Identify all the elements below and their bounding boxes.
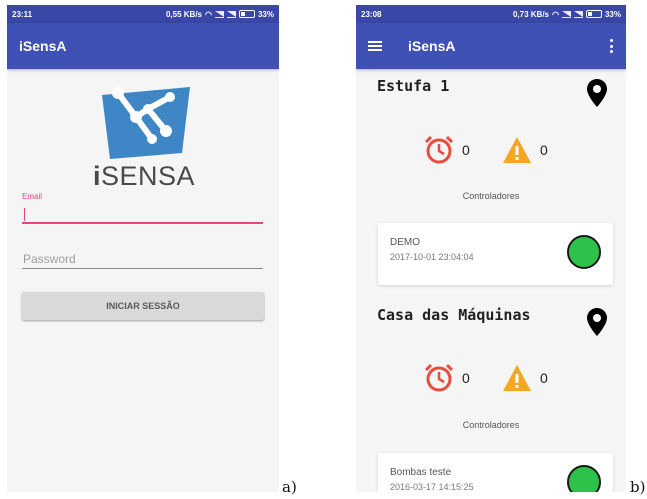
signal-icon — [226, 10, 236, 18]
password-field[interactable] — [22, 249, 263, 269]
alarm-counter: 0 — [424, 363, 470, 393]
status-time: 23:11 — [12, 9, 33, 19]
controller-card[interactable]: Bombas teste 2016-03-17 14:15:25 — [378, 453, 613, 492]
status-time: 23:08 — [361, 9, 382, 19]
controller-status-indicator — [567, 465, 601, 492]
warning-icon — [503, 137, 531, 163]
warning-icon — [503, 365, 531, 391]
signal-icon — [561, 10, 571, 18]
status-bar: 23:08 0,73 KB/s ◠ 33% — [356, 5, 626, 23]
app-title: iSensA — [408, 38, 456, 54]
hamburger-menu-icon[interactable] — [368, 41, 382, 51]
status-bar: 23:11 0,55 KB/s ◠ 33% — [7, 5, 279, 23]
alarm-counter: 0 — [424, 135, 470, 165]
section-title: Casa das Máquinas — [377, 306, 531, 324]
panel-label-b: b) — [630, 478, 646, 496]
signal-icon — [214, 10, 224, 18]
controller-status-indicator — [567, 235, 601, 269]
isensa-logo: iSENSA — [92, 83, 196, 194]
panel-label-a: a) — [282, 478, 297, 496]
signal-icon — [573, 10, 583, 18]
alarm-count: 0 — [462, 142, 470, 158]
login-button[interactable]: INICIAR SESSÃO — [22, 292, 264, 320]
warning-count: 0 — [540, 142, 548, 158]
battery-percent: 33% — [257, 9, 274, 19]
section-title: Estufa 1 — [377, 77, 450, 95]
controllers-label: Controladores — [462, 191, 520, 201]
battery-icon — [585, 10, 602, 18]
alarm-clock-icon — [424, 363, 454, 392]
alarm-count: 0 — [462, 370, 470, 386]
alarm-clock-icon — [424, 135, 454, 164]
dashboard-screen: 23:08 0,73 KB/s ◠ 33% iSensA Estufa 1 0 — [356, 5, 626, 492]
battery-icon — [238, 10, 255, 18]
warning-counter: 0 — [502, 364, 548, 392]
network-speed: 0,55 KB/s — [165, 9, 202, 19]
isensa-logo-mark — [102, 87, 190, 159]
controllers-label: Controladores — [462, 420, 520, 430]
login-screen: 23:11 0,55 KB/s ◠ 33% iSensA iSENSA Emai… — [7, 5, 279, 492]
email-label: Email — [22, 192, 43, 201]
more-options-icon[interactable] — [610, 39, 613, 53]
email-field[interactable] — [22, 204, 263, 224]
text-cursor — [24, 208, 25, 221]
battery-percent: 33% — [604, 9, 621, 19]
location-pin-icon[interactable] — [587, 79, 607, 107]
logo-text: iSENSA — [92, 161, 196, 191]
app-toolbar: iSensA — [356, 23, 626, 69]
warning-count: 0 — [540, 370, 548, 386]
controller-name: Bombas teste — [390, 467, 452, 478]
controller-card[interactable]: DEMO 2017-10-01 23:04:04 — [378, 223, 613, 285]
controller-date: 2016-03-17 14:15:25 — [390, 482, 474, 492]
warning-counter: 0 — [502, 136, 548, 164]
controller-name: DEMO — [390, 237, 420, 248]
app-title: iSensA — [19, 38, 67, 54]
wifi-icon: ◠ — [552, 9, 559, 19]
location-pin-icon[interactable] — [587, 308, 607, 336]
app-toolbar: iSensA — [7, 23, 279, 69]
network-speed: 0,73 KB/s — [512, 9, 549, 19]
wifi-icon: ◠ — [205, 9, 212, 19]
controller-date: 2017-10-01 23:04:04 — [390, 252, 474, 262]
